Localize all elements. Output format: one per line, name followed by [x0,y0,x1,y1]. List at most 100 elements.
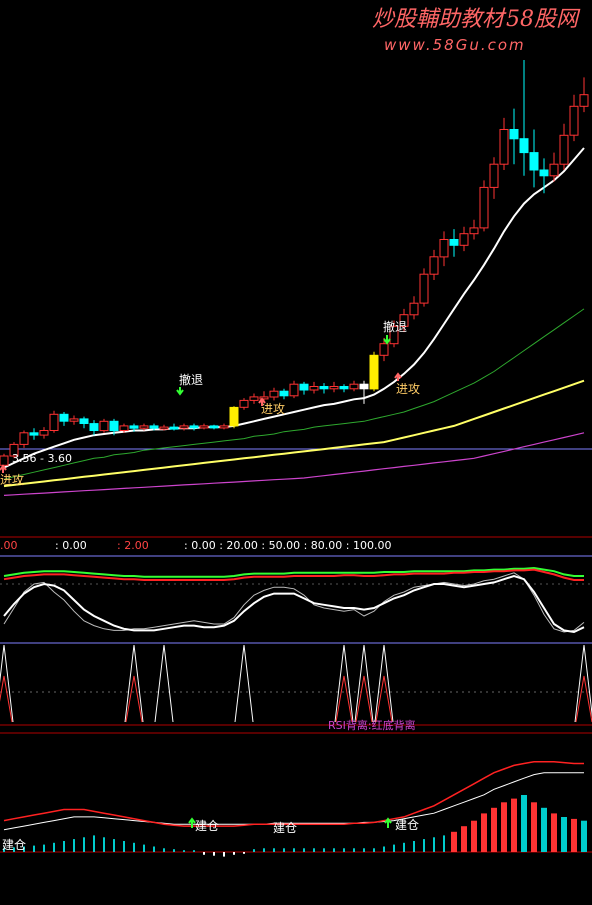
candle-body [469,227,479,235]
candle-body [79,418,89,424]
signal-attack-1: 进攻 [0,473,24,487]
candle-body [279,390,289,397]
volume-bar [451,831,457,852]
volume-bar [73,839,75,852]
candle-body [289,383,299,397]
candle-body [419,273,429,304]
volume-bar [43,844,45,852]
volume-bar [283,848,285,852]
volume-bar [373,848,375,852]
volume-bar [443,835,445,852]
candle-body [119,425,129,431]
volume-bar [243,852,245,854]
candle-body [19,432,29,445]
volume-bar [383,846,385,852]
volume-bar [571,818,577,852]
candle-body [59,413,69,422]
volume-bar [253,849,255,852]
volume-bar [123,841,125,852]
volume-bar [63,841,65,852]
volume-bar [433,837,435,852]
candle-body [459,233,469,246]
volume-bar [53,842,55,852]
candle-body [219,425,229,429]
candle-body [249,396,259,401]
volume-bar [581,820,587,852]
candle-body [149,425,159,429]
watermark-url: www.58Gu.com [384,36,526,54]
volume-bar [183,850,185,852]
oscillator [3,566,585,634]
candle-body [499,129,509,165]
volume-bar [343,848,345,852]
candle-body [239,399,249,408]
volume-bar [233,852,235,855]
volume-bar [333,848,335,852]
signal-attack-3: 进攻 [396,382,420,396]
volume-bar [393,844,395,852]
volume-bar [143,844,145,852]
moving-averages [3,147,585,496]
candle-body [189,425,199,429]
volume-bar [541,807,547,852]
volume-label-4: 建仓 [395,818,419,832]
signal-attack-2: 进攻 [261,402,285,416]
spike-red [125,675,143,723]
candle-body [559,134,569,165]
volume-bar [491,807,497,852]
volume-label-3: 建仓 [273,821,297,835]
candle-body [69,418,79,422]
candle-body [299,383,309,391]
spike-red [335,675,353,723]
volume-bar [113,839,115,852]
volume-label-1: 建仓 [2,838,26,852]
volume-bar [353,848,355,852]
volume-bar [511,798,517,852]
volume-bar [551,813,557,852]
rsi-divergence-label: RSI背离:红底背离 [328,718,416,732]
spike-white [0,644,14,723]
volume-bar [163,848,165,852]
candle-body [579,94,589,107]
volume-bar [263,848,265,852]
candle-body [539,169,549,177]
volume-panel [3,760,587,857]
volume-bar [173,849,175,852]
candle-body [139,425,149,429]
candle-body [319,386,329,390]
candle-body [489,163,499,188]
candle-body [429,256,439,275]
candle-body [209,425,219,429]
candle-body [199,425,209,429]
volume-bar [501,802,507,852]
volume-bar [213,852,215,856]
candle-body [379,343,389,356]
volume-bar [273,848,275,852]
candle-body [29,432,39,436]
volume-bar [93,835,95,852]
volume-bar [133,842,135,852]
candle-body [369,354,379,390]
volume-bar [531,802,537,852]
stock-chart: 炒股輔助教材 58股网 www.58Gu.com 3.56 - 3.60 进攻 … [0,7,592,857]
spike-red [375,675,393,723]
candle-body [569,105,579,136]
candle-body [359,383,369,390]
volume-bar [461,826,467,852]
ma-magenta-line [3,432,585,496]
indicator-value-2: : 0.00 [55,539,87,552]
volume-bar [313,848,315,852]
volume-bar [413,841,415,852]
volume-bar [363,848,365,852]
volume-bar [223,852,225,857]
candle-body [159,426,169,430]
candle-body [169,426,179,430]
spike-panel [0,644,592,723]
volume-bar [423,839,425,852]
candle-body [409,302,419,316]
price-range-label: 3.56 - 3.60 [12,452,72,465]
indicator-value-1: .00 [0,539,18,552]
volume-bar [561,817,567,852]
spike-white [154,644,174,723]
candle-body [99,420,109,432]
